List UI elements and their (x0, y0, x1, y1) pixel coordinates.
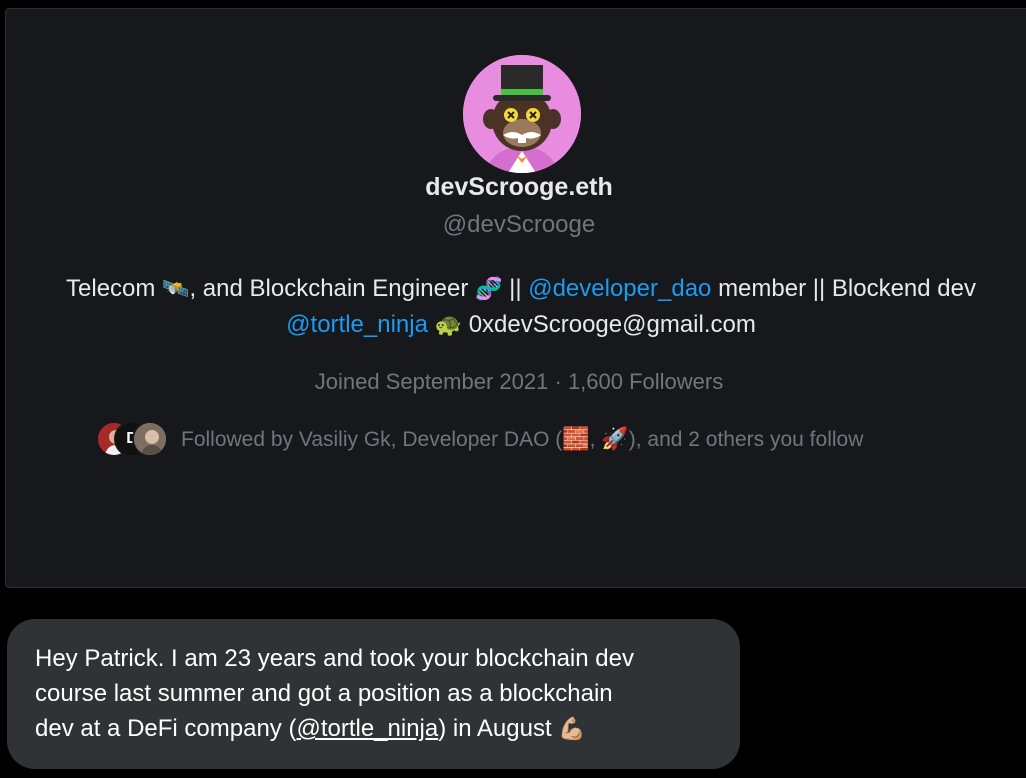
bio-text: || (509, 275, 522, 302)
profile-bio: Telecom 🛰️, and Blockchain Engineer 🧬 ||… (26, 271, 1016, 343)
profile-card: devScrooge.eth @devScrooge Telecom 🛰️, a… (5, 8, 1026, 588)
profile-handle: @devScrooge (442, 211, 596, 238)
followed-by-comma: , (589, 428, 602, 451)
bio-text: , and Blockchain Engineer (189, 275, 469, 302)
follower-avatars: D (96, 421, 172, 457)
person-icon (134, 423, 166, 455)
bio-text: Telecom (66, 275, 156, 302)
meta-separator: · (554, 369, 562, 394)
message-line-part: dev at a DeFi company ( (35, 715, 297, 742)
bio-text: member || Blockend dev (718, 275, 976, 302)
joined-date: Joined September 2021 (314, 369, 549, 394)
bio-email: 0xdevScrooge@gmail.com (468, 311, 756, 338)
profile-avatar[interactable] (463, 55, 581, 173)
followers-count[interactable]: 1,600 Followers (568, 369, 723, 394)
followed-by-suffix: ), and 2 others you follow (628, 428, 864, 451)
message-mention-link[interactable]: @tortle_ninja (296, 715, 438, 742)
flexed-biceps-icon: 💪🏼 (558, 716, 586, 741)
message-text: Hey Patrick. I am 23 years and took your… (35, 641, 725, 746)
ape-avatar-image (463, 55, 581, 173)
followed-by-text: Followed by Vasiliy Gk, Developer DAO (🧱… (181, 426, 863, 452)
profile-meta: Joined September 2021 · 1,600 Followers (6, 369, 1026, 395)
turtle-icon: 🐢 (434, 312, 463, 337)
dna-icon: 🧬 (475, 276, 503, 301)
display-name[interactable]: devScrooge.eth (6, 173, 1026, 202)
message-line: course last summer and got a position as… (35, 680, 613, 707)
message-bubble[interactable]: Hey Patrick. I am 23 years and took your… (7, 619, 740, 769)
brick-icon: 🧱 (562, 426, 590, 451)
message-line-part: ) in August (438, 715, 552, 742)
followed-by-row[interactable]: D Followed by Vasiliy Gk, Developer DAO … (96, 421, 863, 457)
message-line: dev at a DeFi company (@tortle_ninja) in… (35, 711, 725, 746)
mention-link-developer-dao[interactable]: @developer_dao (528, 275, 711, 302)
message-line: Hey Patrick. I am 23 years and took your… (35, 645, 634, 672)
followed-by-prefix: Followed by Vasiliy Gk, Developer DAO ( (181, 428, 563, 451)
follower-avatar (132, 421, 168, 457)
rocket-icon: 🚀 (601, 426, 629, 451)
satellite-icon: 🛰️ (162, 276, 190, 301)
mention-link-tortle-ninja[interactable]: @tortle_ninja (286, 311, 428, 338)
